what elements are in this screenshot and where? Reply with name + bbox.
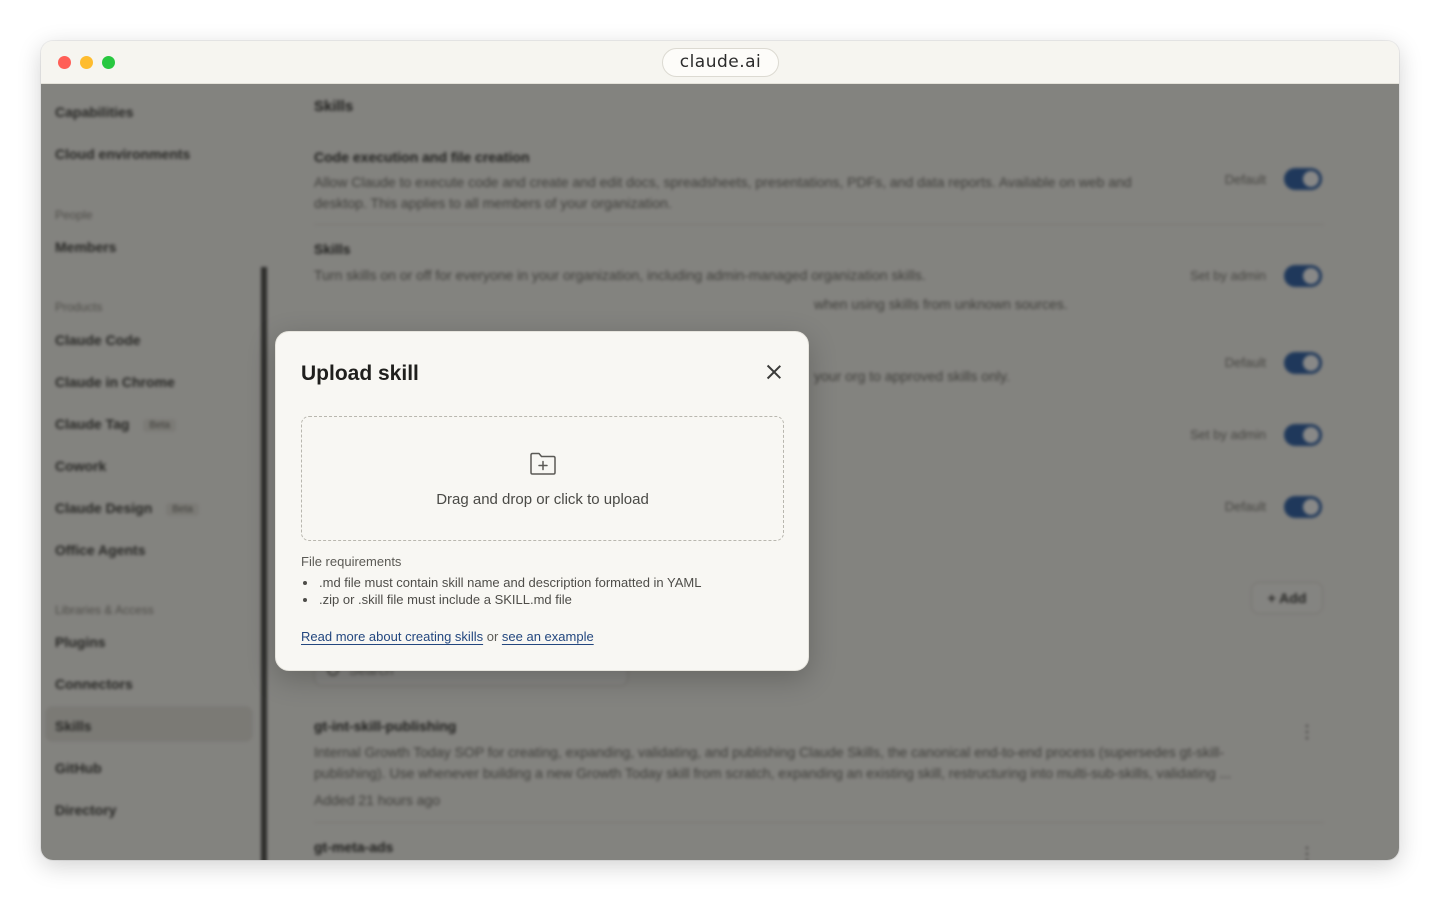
browser-window: claude.ai Capabilities Cloud environment…	[41, 41, 1399, 860]
maximize-window-icon[interactable]	[102, 56, 115, 69]
minimize-window-icon[interactable]	[80, 56, 93, 69]
requirements-title: File requirements	[301, 554, 402, 569]
url-bar[interactable]: claude.ai	[662, 48, 779, 77]
requirement-item: .md file must contain skill name and des…	[301, 574, 701, 591]
dialog-title: Upload skill	[301, 362, 419, 385]
app-content: Capabilities Cloud environments People M…	[41, 84, 1399, 860]
folder-plus-icon	[530, 452, 556, 475]
read-more-link[interactable]: Read more about creating skills	[301, 629, 483, 644]
requirements-list: .md file must contain skill name and des…	[301, 574, 701, 608]
see-example-link[interactable]: see an example	[502, 629, 594, 644]
close-dialog-button[interactable]	[760, 358, 788, 386]
link-separator: or	[486, 629, 499, 644]
requirement-item: .zip or .skill file must include a SKILL…	[301, 591, 701, 608]
help-links: Read more about creating skills or see a…	[301, 629, 594, 644]
upload-skill-dialog: Upload skill Drag and drop or click to u…	[275, 331, 809, 671]
file-dropzone[interactable]: Drag and drop or click to upload	[301, 416, 784, 541]
dropzone-text: Drag and drop or click to upload	[436, 491, 649, 508]
title-bar: claude.ai	[41, 41, 1399, 84]
close-window-icon[interactable]	[58, 56, 71, 69]
